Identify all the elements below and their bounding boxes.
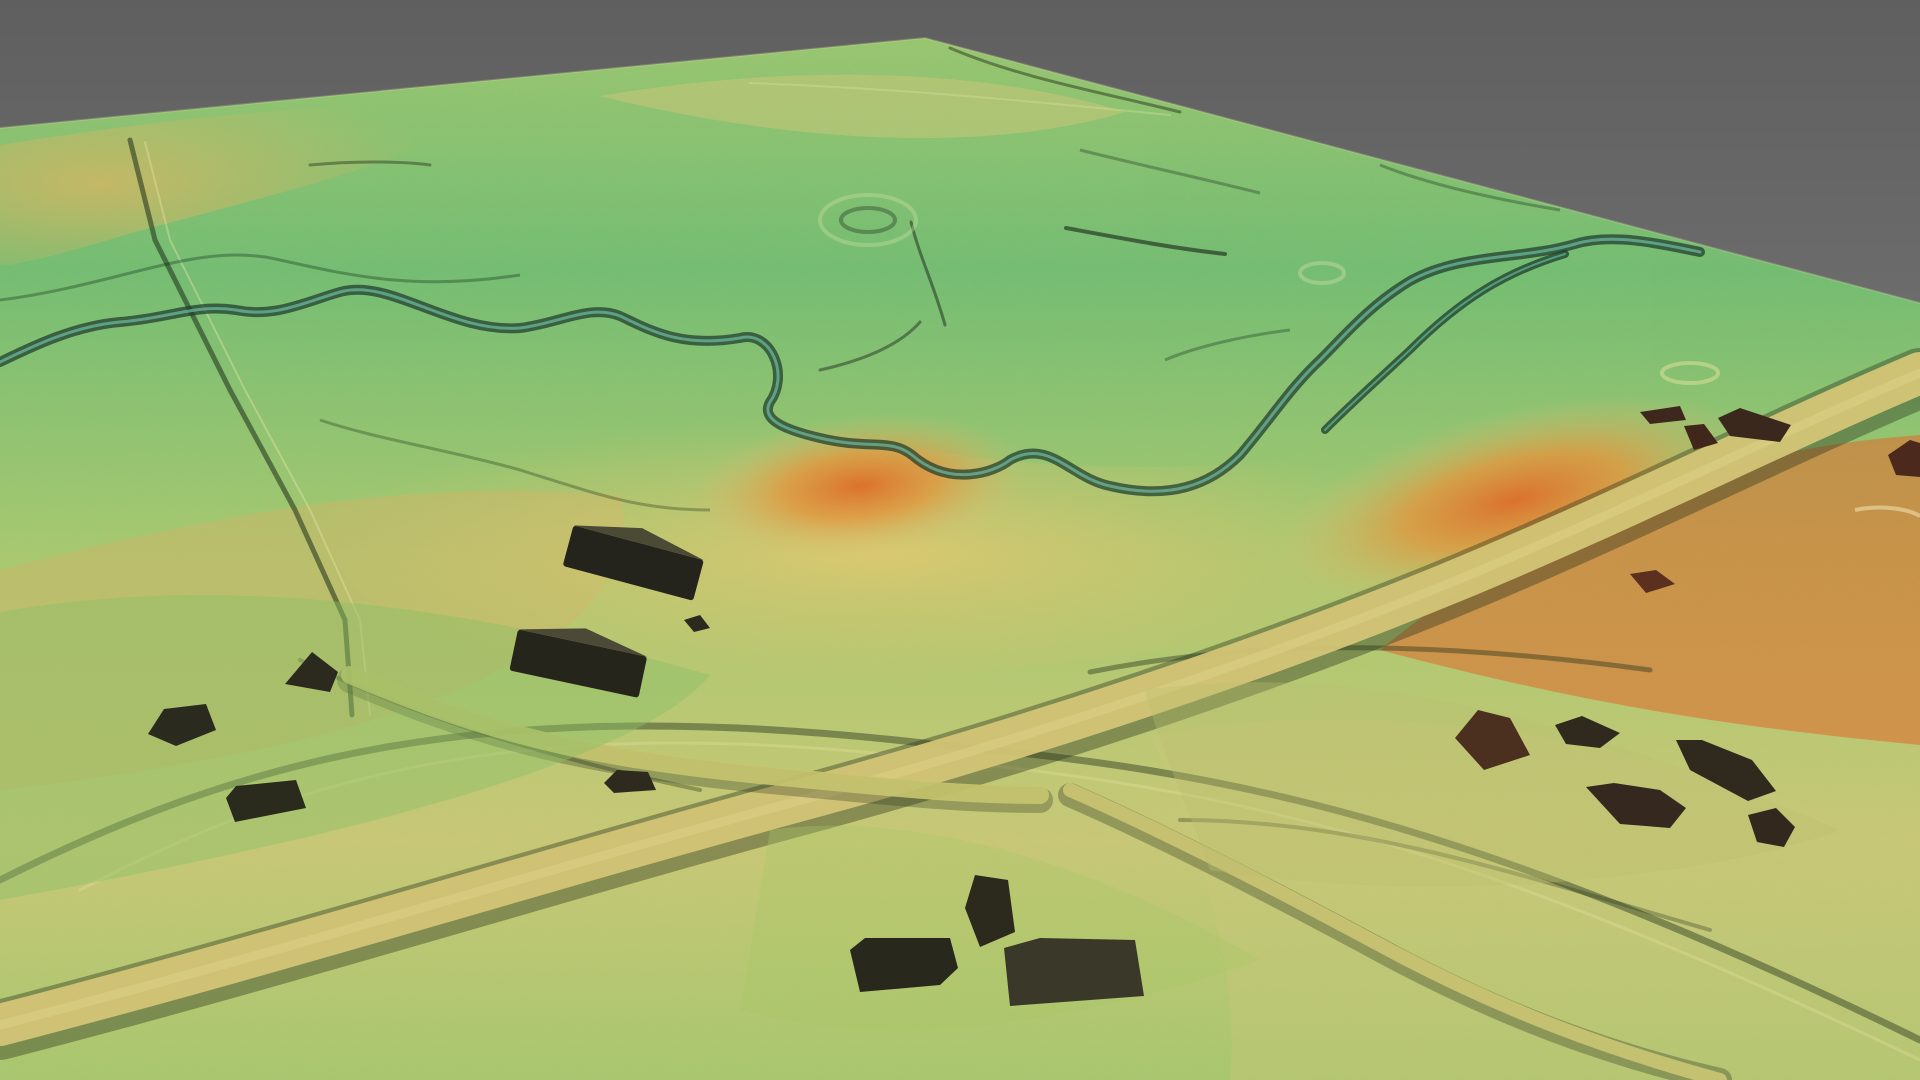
building-farm-main xyxy=(1004,938,1144,1006)
terrain-viewport[interactable] xyxy=(0,0,1920,1080)
terrain-scene xyxy=(0,0,1920,1080)
